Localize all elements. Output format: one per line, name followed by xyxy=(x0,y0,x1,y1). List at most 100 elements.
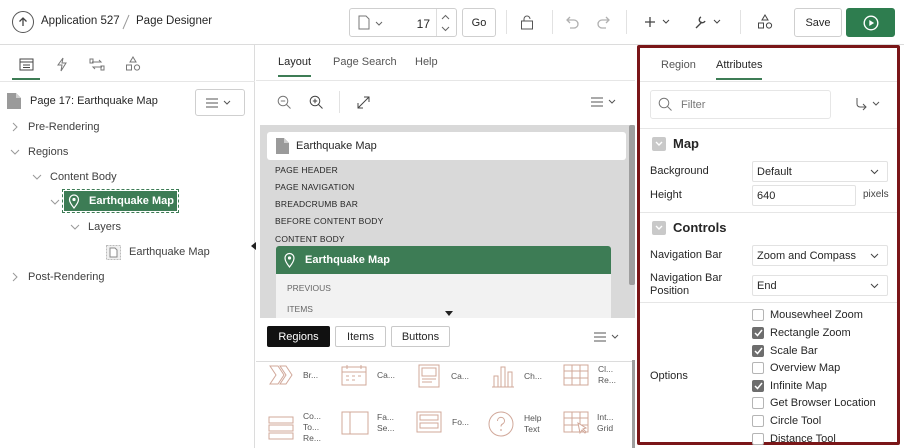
region-card-header[interactable]: Earthquake Map xyxy=(276,246,611,274)
checkbox[interactable] xyxy=(752,433,764,445)
layout-canvas[interactable]: Earthquake Map PAGE HEADER PAGE NAVIGATI… xyxy=(260,125,635,318)
navigation-bar-position-select[interactable]: End xyxy=(752,275,888,296)
gallery-item-interactive-grid[interactable]: Int... Grid xyxy=(563,411,619,435)
resize-handle-icon[interactable] xyxy=(445,311,453,316)
chart-icon xyxy=(491,364,515,388)
tree-node-selected-region[interactable]: Earthquake Map xyxy=(62,189,179,213)
gallery-menu-button[interactable] xyxy=(593,331,623,343)
option-circle-tool[interactable]: Circle Tool xyxy=(752,414,821,428)
gallery-item-breadcrumb[interactable]: Br... xyxy=(268,364,318,386)
redo-icon[interactable] xyxy=(594,12,614,32)
slot-page-header[interactable]: PAGE HEADER xyxy=(275,165,338,175)
shared-components-tab-icon[interactable] xyxy=(124,55,142,73)
create-menu-button[interactable] xyxy=(643,12,673,32)
checkbox[interactable] xyxy=(752,415,764,427)
go-to-group-button[interactable] xyxy=(853,96,885,112)
shared-components-icon[interactable] xyxy=(754,11,776,33)
form-icon xyxy=(416,411,442,433)
background-select[interactable]: Default xyxy=(752,161,888,182)
gallery-tab-items[interactable]: Items xyxy=(335,326,386,347)
checkbox[interactable] xyxy=(752,345,764,357)
slot-content-body[interactable]: CONTENT BODY xyxy=(275,234,345,244)
tree-node-content-body[interactable]: Content Body xyxy=(32,168,117,186)
option-mousewheel-zoom[interactable]: Mousewheel Zoom xyxy=(752,308,863,322)
gallery-item-form[interactable]: Fo... xyxy=(416,411,469,433)
option-rectangle-zoom[interactable]: Rectangle Zoom xyxy=(752,326,851,340)
checkbox[interactable] xyxy=(752,362,764,374)
option-distance-tool[interactable]: Distance Tool xyxy=(752,432,836,446)
section-controls-header[interactable]: Controls xyxy=(652,220,726,235)
gallery-item-faceted-search[interactable]: Fa... Se... xyxy=(341,411,397,435)
tree-node-regions[interactable]: Regions xyxy=(10,143,68,161)
page-number-input[interactable]: 17 xyxy=(410,17,430,31)
scrollbar-thumb[interactable] xyxy=(629,125,635,285)
checkbox[interactable] xyxy=(752,309,764,321)
rendering-tab-icon[interactable] xyxy=(17,55,35,73)
option-infinite-map[interactable]: Infinite Map xyxy=(752,379,827,393)
slot-page-navigation[interactable]: PAGE NAVIGATION xyxy=(275,182,355,192)
tree-menu-button[interactable] xyxy=(195,89,245,116)
gallery-item-label: Fa... Se... xyxy=(377,412,395,433)
help-text-icon xyxy=(488,411,514,437)
slot-before-content-body[interactable]: BEFORE CONTENT BODY xyxy=(275,216,384,226)
expand-icon[interactable] xyxy=(354,93,372,111)
page-up-icon[interactable] xyxy=(441,14,450,20)
navigation-bar-select[interactable]: Zoom and Compass xyxy=(752,245,888,266)
gallery-item-content-row[interactable]: Co... To... Re... xyxy=(268,411,325,444)
region-slot-items[interactable]: ITEMS xyxy=(287,304,313,314)
gallery-tab-regions[interactable]: Regions xyxy=(267,326,330,347)
option-label: Circle Tool xyxy=(770,415,822,427)
gallery-item-chart[interactable]: Ch... xyxy=(491,364,542,388)
page-down-icon[interactable] xyxy=(441,26,450,32)
filter-input[interactable]: Filter xyxy=(650,90,831,119)
tree-node-layers[interactable]: Layers xyxy=(70,218,121,236)
tab-layout[interactable]: Layout xyxy=(278,56,312,77)
canvas-scrollbar[interactable] xyxy=(629,125,635,318)
option-label: Rectangle Zoom xyxy=(770,327,851,339)
tree-node-pre-rendering[interactable]: Pre-Rendering xyxy=(10,118,100,136)
utilities-menu-button[interactable] xyxy=(692,11,724,33)
height-input[interactable]: 640 xyxy=(752,185,856,206)
app-home-icon[interactable] xyxy=(12,11,34,33)
option-overview-map[interactable]: Overview Map xyxy=(752,361,840,375)
tab-help[interactable]: Help xyxy=(415,56,438,68)
option-scale-bar[interactable]: Scale Bar xyxy=(752,344,818,358)
region-slot-previous[interactable]: PREVIOUS xyxy=(287,283,331,293)
checkbox[interactable] xyxy=(752,327,764,339)
chevron-down-icon[interactable] xyxy=(50,197,60,207)
checkbox[interactable] xyxy=(752,380,764,392)
gallery-scrollbar[interactable] xyxy=(632,360,635,448)
save-button[interactable]: Save xyxy=(794,8,842,37)
tab-region[interactable]: Region xyxy=(661,59,696,71)
region-card[interactable]: Earthquake Map PREVIOUS ITEMS xyxy=(276,246,611,318)
undo-icon[interactable] xyxy=(562,12,582,32)
checkbox[interactable] xyxy=(752,397,764,409)
section-map-header[interactable]: Map xyxy=(652,136,699,151)
gallery-tab-buttons[interactable]: Buttons xyxy=(391,326,450,347)
zoom-out-icon[interactable] xyxy=(275,93,293,111)
tree-node-layer-item[interactable]: Earthquake Map xyxy=(106,243,210,261)
page-title: Page Designer xyxy=(136,15,213,27)
layout-menu-button[interactable] xyxy=(589,96,621,108)
run-page-button[interactable] xyxy=(846,8,895,37)
option-get-browser-location[interactable]: Get Browser Location xyxy=(752,396,876,410)
go-button[interactable]: Go xyxy=(462,8,496,37)
option-label: Get Browser Location xyxy=(770,397,876,409)
page-tree-title[interactable]: Page 17: Earthquake Map xyxy=(30,95,158,107)
processing-tab-icon[interactable] xyxy=(88,55,106,73)
gallery-item-label: Ca... xyxy=(451,370,469,381)
zoom-in-icon[interactable] xyxy=(307,93,325,111)
app-breadcrumb-link[interactable]: Application 527 xyxy=(41,15,120,27)
page-selector[interactable]: 17 xyxy=(349,8,457,37)
gallery-item-calendar[interactable]: Ca... xyxy=(341,364,395,386)
lock-icon[interactable] xyxy=(517,12,537,32)
tab-attributes[interactable]: Attributes xyxy=(716,59,763,80)
page-name-bar[interactable]: Earthquake Map xyxy=(267,132,626,160)
tree-node-post-rendering[interactable]: Post-Rendering xyxy=(10,268,104,286)
slot-breadcrumb-bar[interactable]: BREADCRUMB BAR xyxy=(275,199,358,209)
dynamic-actions-tab-icon[interactable] xyxy=(53,55,71,73)
gallery-item-cards[interactable]: Ca... xyxy=(418,364,469,388)
gallery-item-classic-report[interactable]: Cl... Re... xyxy=(563,364,623,386)
gallery-item-help-text[interactable]: Help Text xyxy=(488,411,546,437)
tab-page-search[interactable]: Page Search xyxy=(333,56,397,68)
